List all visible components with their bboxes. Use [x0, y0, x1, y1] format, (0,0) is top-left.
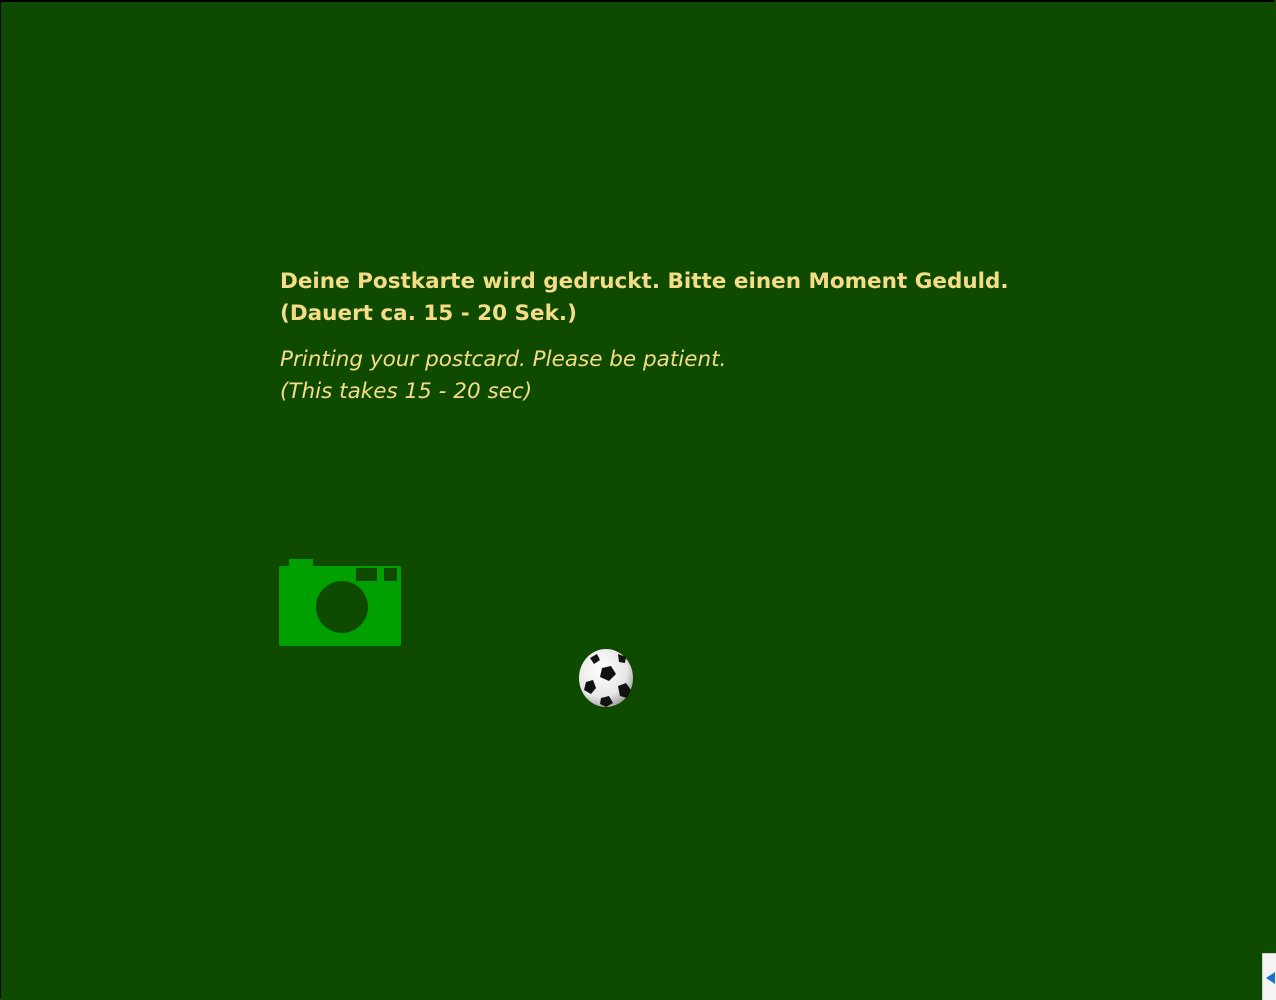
- camera-lens: [316, 581, 368, 633]
- camera-viewfinder: [356, 568, 377, 581]
- soccer-ball-icon: [579, 649, 633, 707]
- camera-flash: [384, 568, 397, 581]
- english-status-line-2: (This takes 15 - 20 sec): [280, 379, 533, 404]
- arrow-left-icon: [1266, 972, 1275, 984]
- window-frame: [0, 0, 1274, 998]
- german-status-line-2: (Dauert ca. 15 - 20 Sek.): [280, 301, 577, 326]
- scroll-widget[interactable]: [1262, 953, 1276, 1000]
- english-status-line-1: Printing your postcard. Please be patien…: [280, 347, 727, 372]
- german-status-line-1: Deine Postkarte wird gedruckt. Bitte ein…: [280, 269, 1009, 294]
- camera-icon: [279, 559, 401, 646]
- print-status-message: Deine Postkarte wird gedruckt. Bitte ein…: [280, 266, 1180, 408]
